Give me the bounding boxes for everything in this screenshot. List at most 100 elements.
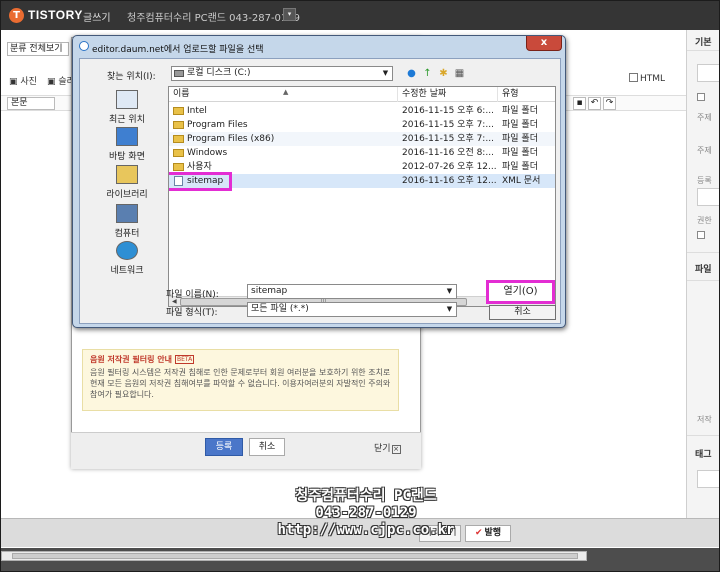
file-name-value: sitemap — [251, 286, 288, 296]
publish-label: 발행 — [484, 528, 502, 538]
file-row-selected[interactable]: sitemap 2016-11-16 오후 12... XML 문서 — [169, 172, 555, 191]
file-type: 파일 폴더 — [502, 106, 538, 116]
close-icon: × — [391, 445, 401, 454]
file-date: 2012-07-26 오후 12... — [402, 162, 497, 172]
view-menu-icon[interactable]: ▦ — [453, 67, 466, 80]
panel-hint-copyright: 저작 — [697, 415, 712, 424]
panel-hint-topic: 주제 — [697, 113, 712, 122]
panel-hint-register: 등록 — [697, 176, 712, 185]
watermark: 청주컴퓨터수리 PC랜드 043-287-0129 http://www.cjp… — [271, 488, 461, 539]
panel-divider-2 — [687, 252, 719, 253]
redo-icon[interactable]: ↷ — [603, 97, 616, 110]
dialog-cancel-button[interactable]: 취소 — [489, 305, 556, 320]
panel-field-2[interactable] — [697, 188, 719, 206]
file-name: Program Files (x86) — [187, 134, 275, 144]
file-date: 2016-11-15 오후 7:... — [402, 134, 494, 144]
folder-icon — [173, 149, 184, 157]
column-date[interactable]: 수정한 날짜 — [398, 87, 498, 102]
brand-name: TISTORY — [28, 8, 83, 22]
upload-close-button[interactable]: 닫기 × — [374, 441, 401, 454]
new-folder-icon[interactable]: ✱ — [437, 67, 450, 80]
file-row[interactable]: Windows 2016-11-16 오전 8:... 파일 폴더 — [169, 146, 555, 160]
photo-label: 사진 — [20, 77, 37, 87]
publish-button[interactable]: ✔ 발행 — [465, 525, 511, 542]
file-type: 파일 폴더 — [502, 162, 538, 172]
folder-icon — [173, 163, 184, 171]
category-select[interactable]: 분류 전체보기 — [7, 42, 69, 56]
place-desktop[interactable]: 바탕 화면 — [87, 127, 167, 162]
panel-hint-topic-2: 주제 — [697, 146, 712, 155]
look-in-label: 찾는 위치(I): — [107, 72, 156, 82]
file-type-select[interactable]: 모든 파일 (*.*) ▼ — [247, 302, 457, 317]
file-name: Intel — [187, 106, 207, 116]
dialog-close-button[interactable]: x — [526, 36, 562, 51]
write-mode-label: 글쓰기 — [83, 13, 111, 24]
place-network[interactable]: 네트워크 — [87, 241, 167, 276]
top-bar: T TISTORY 글쓰기 청주컴퓨터수리 PC랜드 043-287-0129 … — [1, 1, 719, 30]
look-in-value: 로컬 디스크 (C:) — [187, 68, 251, 78]
right-panel: 기본 주제 주제 등록 권한 파일 저작 태그 — [686, 30, 719, 520]
file-date: 2016-11-16 오후 12... — [402, 176, 497, 186]
file-name-label: 파일 이름(N): — [166, 290, 219, 300]
sort-up-icon: ▲ — [283, 88, 289, 96]
dialog-titlebar[interactable]: editor.daum.net에서 업로드할 파일을 선택 x — [73, 36, 565, 58]
file-row[interactable]: Intel 2016-11-15 오후 6:... 파일 폴더 — [169, 104, 555, 118]
recent-places-icon — [116, 90, 138, 109]
copyright-notice: 음원 저작권 필터링 안내 BETA 음원 필터링 시스템은 저작권 침해로 인… — [82, 349, 399, 411]
panel-field[interactable] — [697, 64, 719, 82]
up-folder-icon[interactable]: ↑ — [421, 67, 434, 80]
watermark-line-1: 청주컴퓨터수리 PC랜드 — [295, 488, 437, 504]
file-date: 2016-11-15 오후 6:... — [402, 106, 494, 116]
look-in-combo[interactable]: 로컬 디스크 (C:) ▼ — [171, 66, 393, 81]
panel-tag-title: 태그 — [695, 450, 712, 460]
tag-input[interactable] — [697, 470, 719, 488]
chevron-down-icon[interactable]: ▼ — [444, 304, 455, 315]
libraries-icon — [116, 165, 138, 184]
blog-title[interactable]: 청주컴퓨터수리 PC랜드 043-287-0129 — [127, 9, 300, 24]
place-computer[interactable]: 컴퓨터 — [87, 204, 167, 239]
file-list: 이름 ▲ 수정한 날짜 유형 Intel 2016-11-15 오후 6:... 파일… — [168, 86, 556, 307]
check-icon: ✔ — [474, 528, 483, 538]
file-date: 2016-11-15 오후 7:... — [402, 120, 494, 130]
html-checkbox[interactable] — [629, 73, 638, 82]
folder-icon — [173, 121, 184, 129]
column-name[interactable]: 이름 ▲ — [169, 87, 398, 102]
paragraph-format-select[interactable]: 본문 — [7, 97, 55, 110]
open-button[interactable]: 열기(O) — [486, 280, 555, 304]
upload-close-label: 닫기 — [374, 444, 391, 454]
back-icon[interactable]: ● — [405, 67, 418, 80]
upload-cancel-button[interactable]: 취소 — [249, 438, 285, 456]
box-icon[interactable]: ▪ — [573, 97, 586, 110]
register-button[interactable]: 등록 — [205, 438, 243, 456]
chevron-down-icon[interactable]: ▼ — [444, 286, 455, 297]
file-row[interactable]: Program Files (x86) 2016-11-15 오후 7:... 파일… — [169, 132, 555, 146]
place-recent[interactable]: 최근 위치 — [87, 90, 167, 125]
file-row[interactable]: Program Files 2016-11-15 오후 7:... 파일 폴더 — [169, 118, 555, 132]
html-toggle[interactable]: HTML — [629, 73, 665, 84]
file-name-input[interactable]: sitemap ▼ — [247, 284, 457, 299]
place-libraries[interactable]: 라이브러리 — [87, 165, 167, 200]
file-type: XML 문서 — [502, 176, 541, 186]
places-bar: 최근 위치 바탕 화면 라이브러리 컴퓨터 네트워크 — [87, 86, 167, 276]
page-horizontal-scrollbar[interactable] — [1, 551, 587, 561]
file-name: Program Files — [187, 120, 248, 130]
page-scroll-thumb[interactable] — [12, 553, 578, 559]
undo-icon[interactable]: ↶ — [588, 97, 601, 110]
file-type-label: 파일 형식(T): — [166, 308, 218, 318]
column-type[interactable]: 유형 — [498, 87, 555, 102]
panel-file-title: 파일 — [695, 265, 712, 275]
file-type: 파일 폴더 — [502, 120, 538, 130]
photo-button[interactable]: ▣ 사진 — [9, 74, 37, 87]
place-desktop-label: 바탕 화면 — [109, 152, 145, 162]
panel-checkbox-2[interactable] — [697, 231, 705, 239]
file-list-header: 이름 ▲ 수정한 날짜 유형 — [169, 87, 555, 102]
notice-body: 음원 필터링 시스템은 저작권 침해로 인한 문제로부터 회원 여러분을 보호하… — [90, 368, 391, 399]
drive-icon — [174, 70, 184, 77]
dialog-title: editor.daum.net에서 업로드할 파일을 선택 — [92, 45, 264, 55]
blog-dropdown-icon[interactable]: ▾ — [283, 8, 296, 21]
panel-checkbox[interactable] — [697, 93, 705, 101]
place-libraries-label: 라이브러리 — [106, 190, 148, 200]
folder-icon — [173, 107, 184, 115]
computer-icon — [116, 204, 138, 223]
chevron-down-icon[interactable]: ▼ — [380, 68, 391, 79]
